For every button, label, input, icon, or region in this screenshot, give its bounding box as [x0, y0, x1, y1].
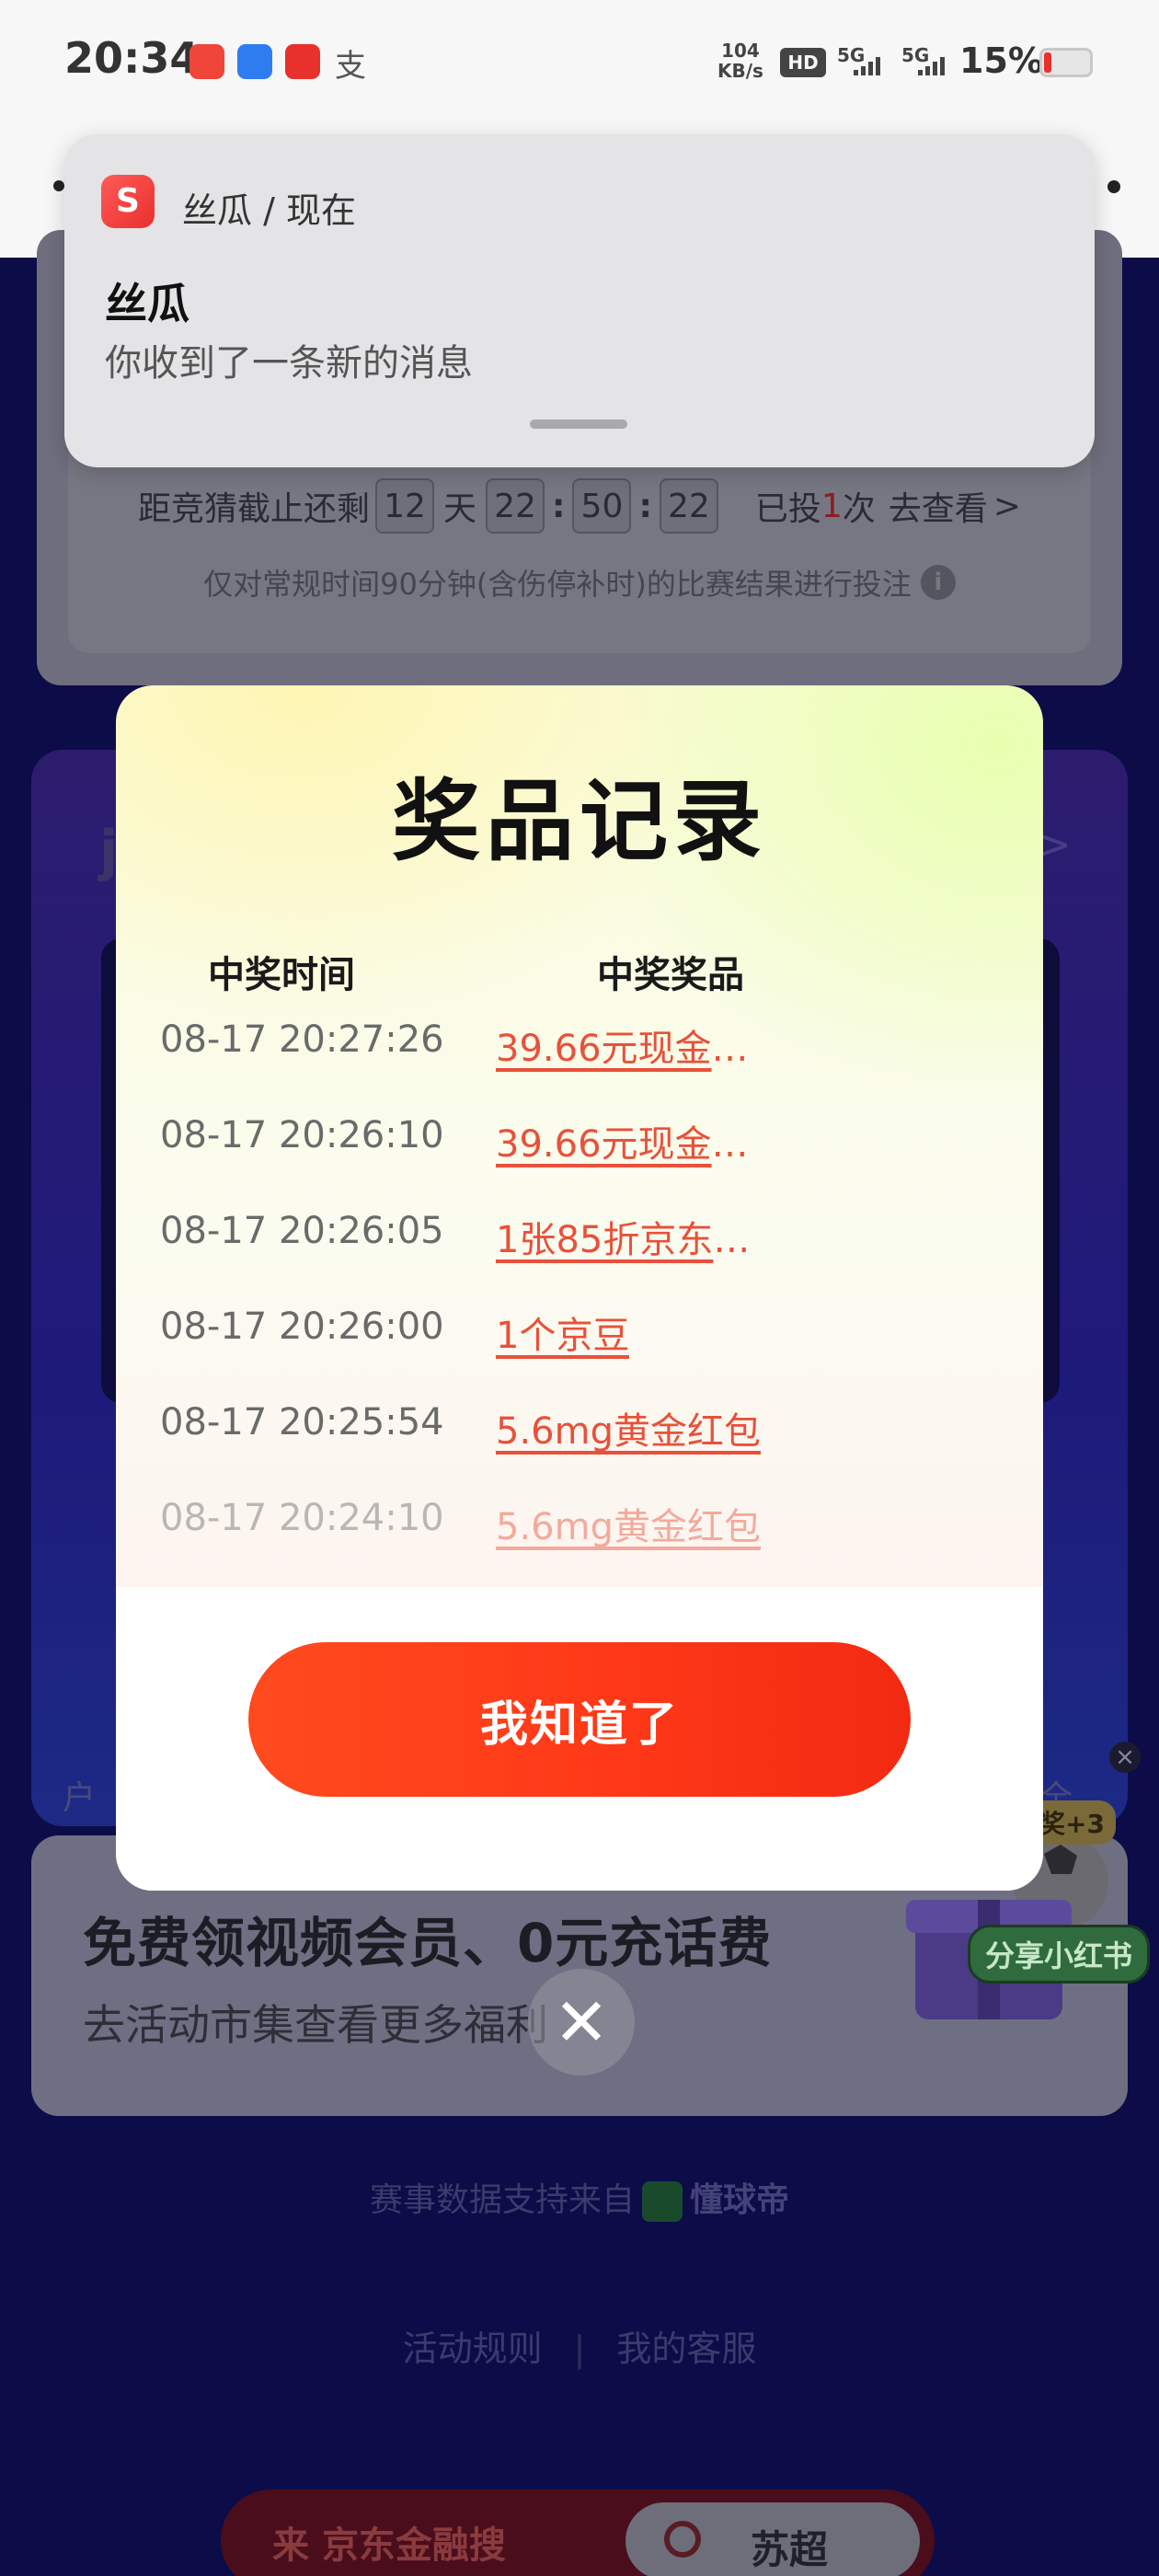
notification-banner[interactable]: S 丝瓜 / 现在 丝瓜 你收到了一条新的消息	[64, 134, 1095, 467]
close-icon[interactable]: ✕	[528, 1969, 635, 2076]
view-bets-link[interactable]: 去查看	[889, 482, 988, 530]
countdown-separator: :	[552, 487, 566, 525]
record-time: 08-17 20:26:10	[160, 1114, 444, 1156]
chevron-right-icon: >	[993, 487, 1021, 525]
countdown-seconds: 22	[659, 478, 718, 534]
prize-record-list[interactable]: 08-17 20:27:26 39.66元现金红包 08-17 20:26:10…	[116, 1018, 1043, 1405]
prize-record-list-continued[interactable]: 08-17 20:25:54 5.6mg黄金红包 08-17 20:24:10 …	[116, 1401, 1043, 1600]
info-icon[interactable]: i	[920, 565, 956, 600]
record-time: 08-17 20:27:26	[160, 1018, 444, 1061]
signal-bars-icon	[854, 55, 880, 75]
table-row: 08-17 20:25:54 5.6mg黄金红包	[116, 1401, 1043, 1497]
data-source: 赛事数据支持来自 懂球帝	[0, 2173, 1159, 2222]
banner-search-box[interactable]: 苏超	[625, 2502, 920, 2576]
rule-note: 仅对常规时间90分钟(含伤停补时)的比赛结果进行投注 i	[0, 557, 1159, 608]
dongqiudi-logo-icon	[642, 2181, 683, 2222]
record-prize-link[interactable]: 5.6mg黄金红包	[496, 1497, 761, 1550]
countdown-hours: 22	[486, 478, 545, 534]
record-prize-link[interactable]: 1张85折京东快递券	[496, 1210, 783, 1263]
banner-prefix: 来	[272, 2524, 309, 2567]
record-prize-link[interactable]: 1个京豆	[496, 1305, 629, 1359]
table-row: 08-17 20:26:10 39.66元现金红包	[116, 1114, 1043, 1210]
record-prize-link[interactable]: 39.66元现金红包	[496, 1114, 783, 1167]
signal-bars-icon	[918, 55, 945, 75]
table-row: 08-17 20:26:05 1张85折京东快递券	[116, 1210, 1043, 1305]
link-divider: |	[573, 2329, 586, 2369]
customer-service-link[interactable]: 我的客服	[616, 2329, 756, 2369]
drag-handle[interactable]	[530, 420, 627, 429]
countdown-row: 距竞猜截止还剩 12 天 22 : 50 : 22 已投 1 次 去查看 >	[0, 474, 1159, 538]
sigua-app-icon: S	[101, 175, 155, 228]
record-time: 08-17 20:26:05	[160, 1210, 444, 1252]
record-time: 08-17 20:24:10	[160, 1497, 444, 1539]
prize-record-dialog: 奖品记录 中奖时间 中奖奖品 08-17 20:27:26 39.66元现金红包…	[116, 685, 1043, 1891]
notification-title: 丝瓜	[105, 279, 189, 328]
table-row: 08-17 20:26:00 1个京豆	[116, 1305, 1043, 1401]
bet-suffix: 次	[842, 490, 876, 528]
countdown-separator: :	[638, 487, 652, 525]
alipay-icon: 支	[335, 48, 366, 85]
network-speed-unit: KB/s	[717, 60, 763, 82]
promo-subtitle: 去活动市集查看更多福利	[83, 2000, 548, 2050]
red-news-icon	[285, 44, 320, 79]
bet-count: 1	[820, 487, 843, 525]
bottom-search-banner[interactable]: 来 京东金融搜 苏超	[221, 2490, 935, 2576]
banner-search-term: 苏超	[751, 2527, 829, 2572]
network-speed: 104 KB/s	[717, 40, 763, 81]
dot-icon	[53, 180, 64, 191]
close-icon[interactable]: ×	[1109, 1742, 1141, 1773]
column-header-prize: 中奖奖品	[597, 954, 744, 996]
record-time: 08-17 20:26:00	[160, 1305, 444, 1348]
record-prize-link[interactable]: 39.66元现金红包	[496, 1018, 783, 1072]
status-time: 20:34	[64, 33, 200, 83]
search-icon	[664, 2521, 701, 2558]
notification-body: 你收到了一条新的消息	[105, 342, 473, 385]
record-prize-link[interactable]: 5.6mg黄金红包	[496, 1401, 761, 1455]
table-row: 08-17 20:24:10 5.6mg黄金红包	[116, 1497, 1043, 1593]
data-source-label: 赛事数据支持来自	[369, 2181, 635, 2219]
promo-title: 免费领视频会员、0元充话费	[83, 1912, 773, 1974]
activity-card-footer-left: 户	[63, 1779, 97, 1817]
network-speed-value: 104	[721, 40, 760, 62]
rule-note-text: 仅对常规时间90分钟(含伤停补时)的比赛结果进行投注	[203, 567, 912, 602]
rules-link[interactable]: 活动规则	[403, 2329, 543, 2369]
battery-percent: 15%	[959, 40, 1043, 81]
status-bar: 20:34 支 104 KB/s HD 5G 5G 15%	[0, 0, 1159, 129]
dialog-title: 奖品记录	[392, 770, 767, 873]
blue-live-icon	[237, 44, 272, 79]
battery-icon	[1039, 48, 1093, 77]
banner-label: 来 京东金融搜	[272, 2515, 506, 2569]
dot-icon	[1107, 180, 1120, 193]
record-time: 08-17 20:25:54	[160, 1401, 444, 1443]
countdown-minutes: 50	[572, 478, 632, 534]
table-row: 08-17 20:27:26 39.66元现金红包	[116, 1018, 1043, 1114]
data-source-brand: 懂球帝	[690, 2181, 790, 2219]
red-app-icon	[189, 44, 224, 79]
countdown-label: 距竞猜截止还剩	[138, 490, 371, 528]
countdown-days: 12	[375, 478, 435, 534]
hd-icon: HD	[780, 48, 826, 77]
notification-app-line: 丝瓜 / 现在	[182, 190, 356, 231]
banner-brand: 京东金融搜	[321, 2524, 506, 2567]
countdown-days-unit: 天	[443, 490, 477, 528]
footer-links: 活动规则 | 我的客服	[0, 2320, 1159, 2371]
share-xiaohongshu-tag[interactable]: 分享小红书	[968, 1925, 1151, 1984]
got-it-button[interactable]: 我知道了	[248, 1642, 911, 1797]
bet-prefix: 已投	[754, 490, 821, 528]
column-header-time: 中奖时间	[208, 954, 355, 996]
